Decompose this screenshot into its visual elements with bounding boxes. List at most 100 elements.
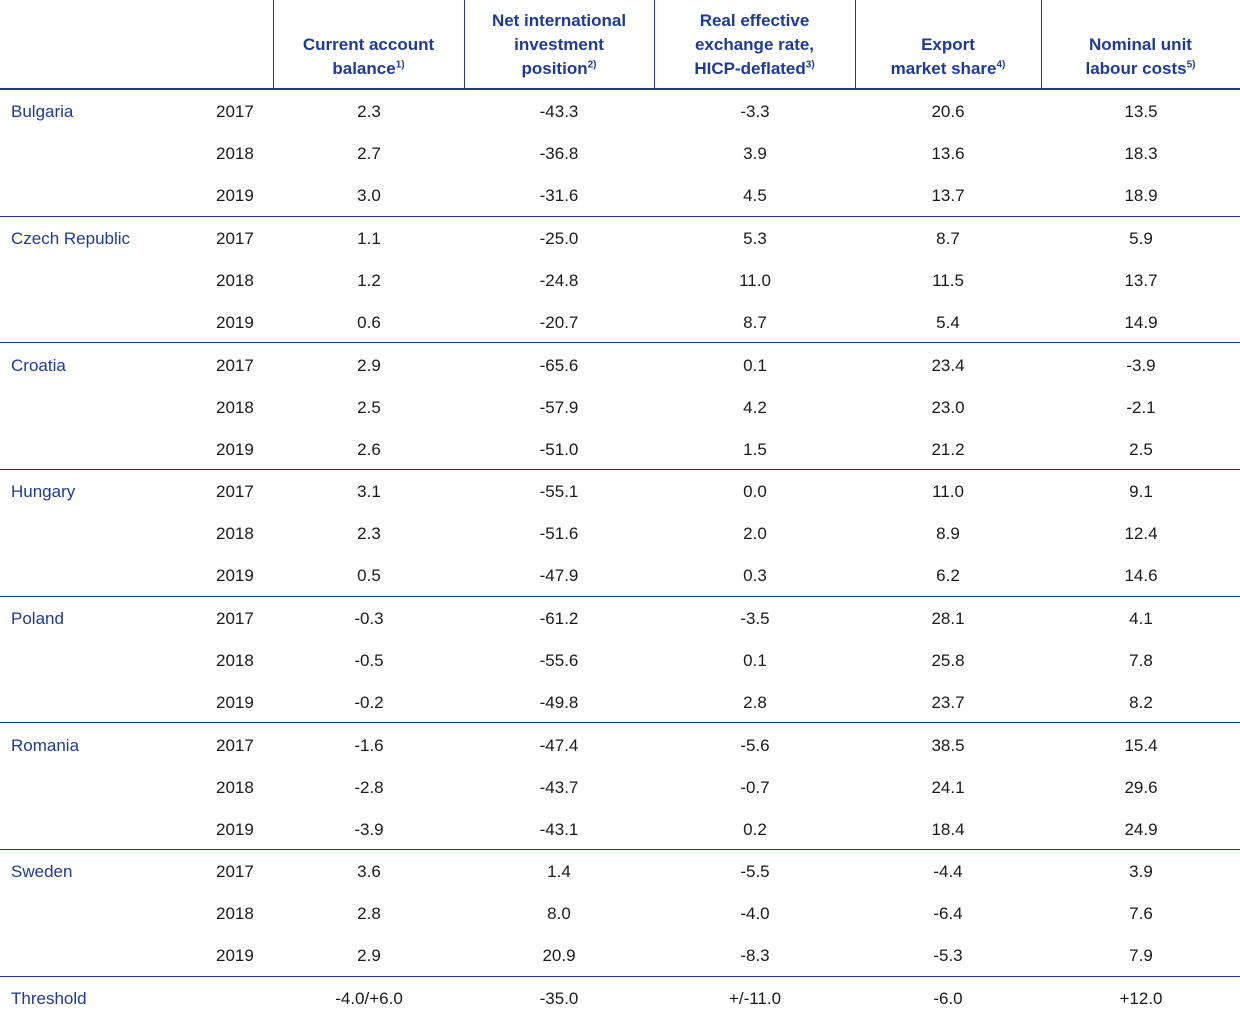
value-cell: 8.7 [936,229,960,248]
value-cell: 7.6 [1129,904,1153,923]
value-cell: 14.6 [1124,566,1158,585]
year-label: 2017 [216,609,254,628]
value-cell: 4.2 [743,398,767,417]
table-row: Romania 2017 -1.6 -47.4 -5.6 38.5 15.4 [0,735,1240,757]
table-row: 2019 0.6 -20.7 8.7 5.4 14.9 [0,312,1240,334]
value-cell: -5.5 [740,862,770,881]
value-cell: -51.6 [539,524,579,543]
value-cell: 28.1 [931,609,965,628]
value-cell: 23.7 [931,693,965,712]
value-cell: 9.1 [1129,482,1153,501]
table-row: 2018 2.7 -36.8 3.9 13.6 18.3 [0,143,1240,165]
value-cell: 13.7 [931,186,965,205]
threshold-value: +/-11.0 [728,989,782,1008]
group-separator [0,722,1240,723]
value-cell: 12.4 [1124,524,1158,543]
value-cell: 25.8 [931,651,965,670]
value-cell: 2.5 [357,398,381,417]
threshold-row: Threshold -4.0/+6.0 -35.0 +/-11.0 -6.0 +12.0 [0,988,1240,1010]
group-separator [0,976,1240,977]
value-cell: 13.7 [1124,271,1158,290]
table-row: 2019 2.9 20.9 -8.3 -5.3 7.9 [0,945,1240,967]
year-label: 2018 [216,271,254,290]
value-cell: 2.9 [357,356,381,375]
footnote-marker: 2) [587,59,597,71]
value-cell: -43.1 [539,820,579,839]
column-header: Export market share4) [855,0,1041,89]
year-label: 2019 [216,313,254,332]
value-cell: 20.6 [931,102,965,121]
value-cell: 8.2 [1129,693,1153,712]
value-cell: 7.9 [1129,946,1153,965]
value-cell: -55.1 [539,482,579,501]
value-cell: -51.0 [539,440,579,459]
column-header-line: HICP-deflated [694,59,806,78]
column-header-text: Current account balance1) [303,33,434,81]
year-label: 2018 [216,651,254,670]
value-cell: 2.5 [1129,440,1153,459]
value-cell: 20.9 [542,946,576,965]
value-cell: -3.5 [740,609,770,628]
value-cell: 23.4 [931,356,965,375]
value-cell: 2.7 [357,144,381,163]
value-cell: 8.0 [547,904,571,923]
value-cell: 38.5 [931,736,965,755]
threshold-value: +12.0 [1119,989,1163,1008]
value-cell: 3.9 [1129,862,1153,881]
year-label: 2019 [216,693,254,712]
country-name: Poland [11,609,64,628]
threshold-value: -35.0 [539,989,579,1008]
value-cell: -4.0 [740,904,770,923]
country-name: Romania [11,736,80,755]
value-cell: 2.3 [357,524,381,543]
table-row: 2018 -2.8 -43.7 -0.7 24.1 29.6 [0,777,1240,799]
header-divider [273,0,274,89]
value-cell: 13.5 [1124,102,1158,121]
table-row: 2018 -0.5 -55.6 0.1 25.8 7.8 [0,650,1240,672]
value-cell: 1.2 [357,271,381,290]
value-cell: 7.8 [1129,651,1153,670]
threshold-value: -6.0 [933,989,963,1008]
value-cell: 0.1 [743,356,767,375]
value-cell: 1.1 [357,229,381,248]
value-cell: 1.4 [547,862,571,881]
table-row: 2018 2.5 -57.9 4.2 23.0 -2.1 [0,397,1240,419]
value-cell: 23.0 [931,398,965,417]
value-cell: 4.5 [743,186,767,205]
year-label: 2019 [216,566,254,585]
table-row: 2019 -0.2 -49.8 2.8 23.7 8.2 [0,692,1240,714]
table-row: 2019 2.6 -51.0 1.5 21.2 2.5 [0,439,1240,461]
column-header-line: labour costs [1085,59,1187,78]
column-header-line: investment [514,35,604,54]
value-cell: -0.5 [354,651,384,670]
value-cell: 0.3 [743,566,767,585]
column-header-line: balance [332,59,396,78]
column-header-text: Export market share4) [891,33,1006,81]
value-cell: -0.7 [740,778,770,797]
country-name: Czech Republic [11,229,131,248]
header-rule [0,88,1240,90]
footnote-marker: 3) [805,59,815,71]
value-cell: 0.0 [743,482,767,501]
value-cell: 21.2 [931,440,965,459]
threshold-label: Threshold [11,989,87,1008]
header-divider [1041,0,1042,89]
column-header-text: Net international investment position2) [492,9,626,81]
country-name: Sweden [11,862,73,881]
value-cell: -5.3 [933,946,963,965]
footnote-marker: 1) [395,59,405,71]
value-cell: 0.5 [357,566,381,585]
column-header: Nominal unit labour costs5) [1041,0,1240,89]
column-header: Real effective exchange rate, HICP-deflate… [654,0,855,89]
value-cell: 3.1 [357,482,381,501]
value-cell: 3.9 [743,144,767,163]
year-label: 2018 [216,144,254,163]
value-cell: -20.7 [539,313,579,332]
value-cell: 0.6 [357,313,381,332]
table-row: 2019 0.5 -47.9 0.3 6.2 14.6 [0,565,1240,587]
value-cell: 29.6 [1124,778,1158,797]
table-row: Czech Republic 2017 1.1 -25.0 5.3 8.7 5.9 [0,228,1240,250]
value-cell: 0.2 [743,820,767,839]
table-row: Bulgaria 2017 2.3 -43.3 -3.3 20.6 13.5 [0,101,1240,123]
value-cell: -3.3 [740,102,770,121]
